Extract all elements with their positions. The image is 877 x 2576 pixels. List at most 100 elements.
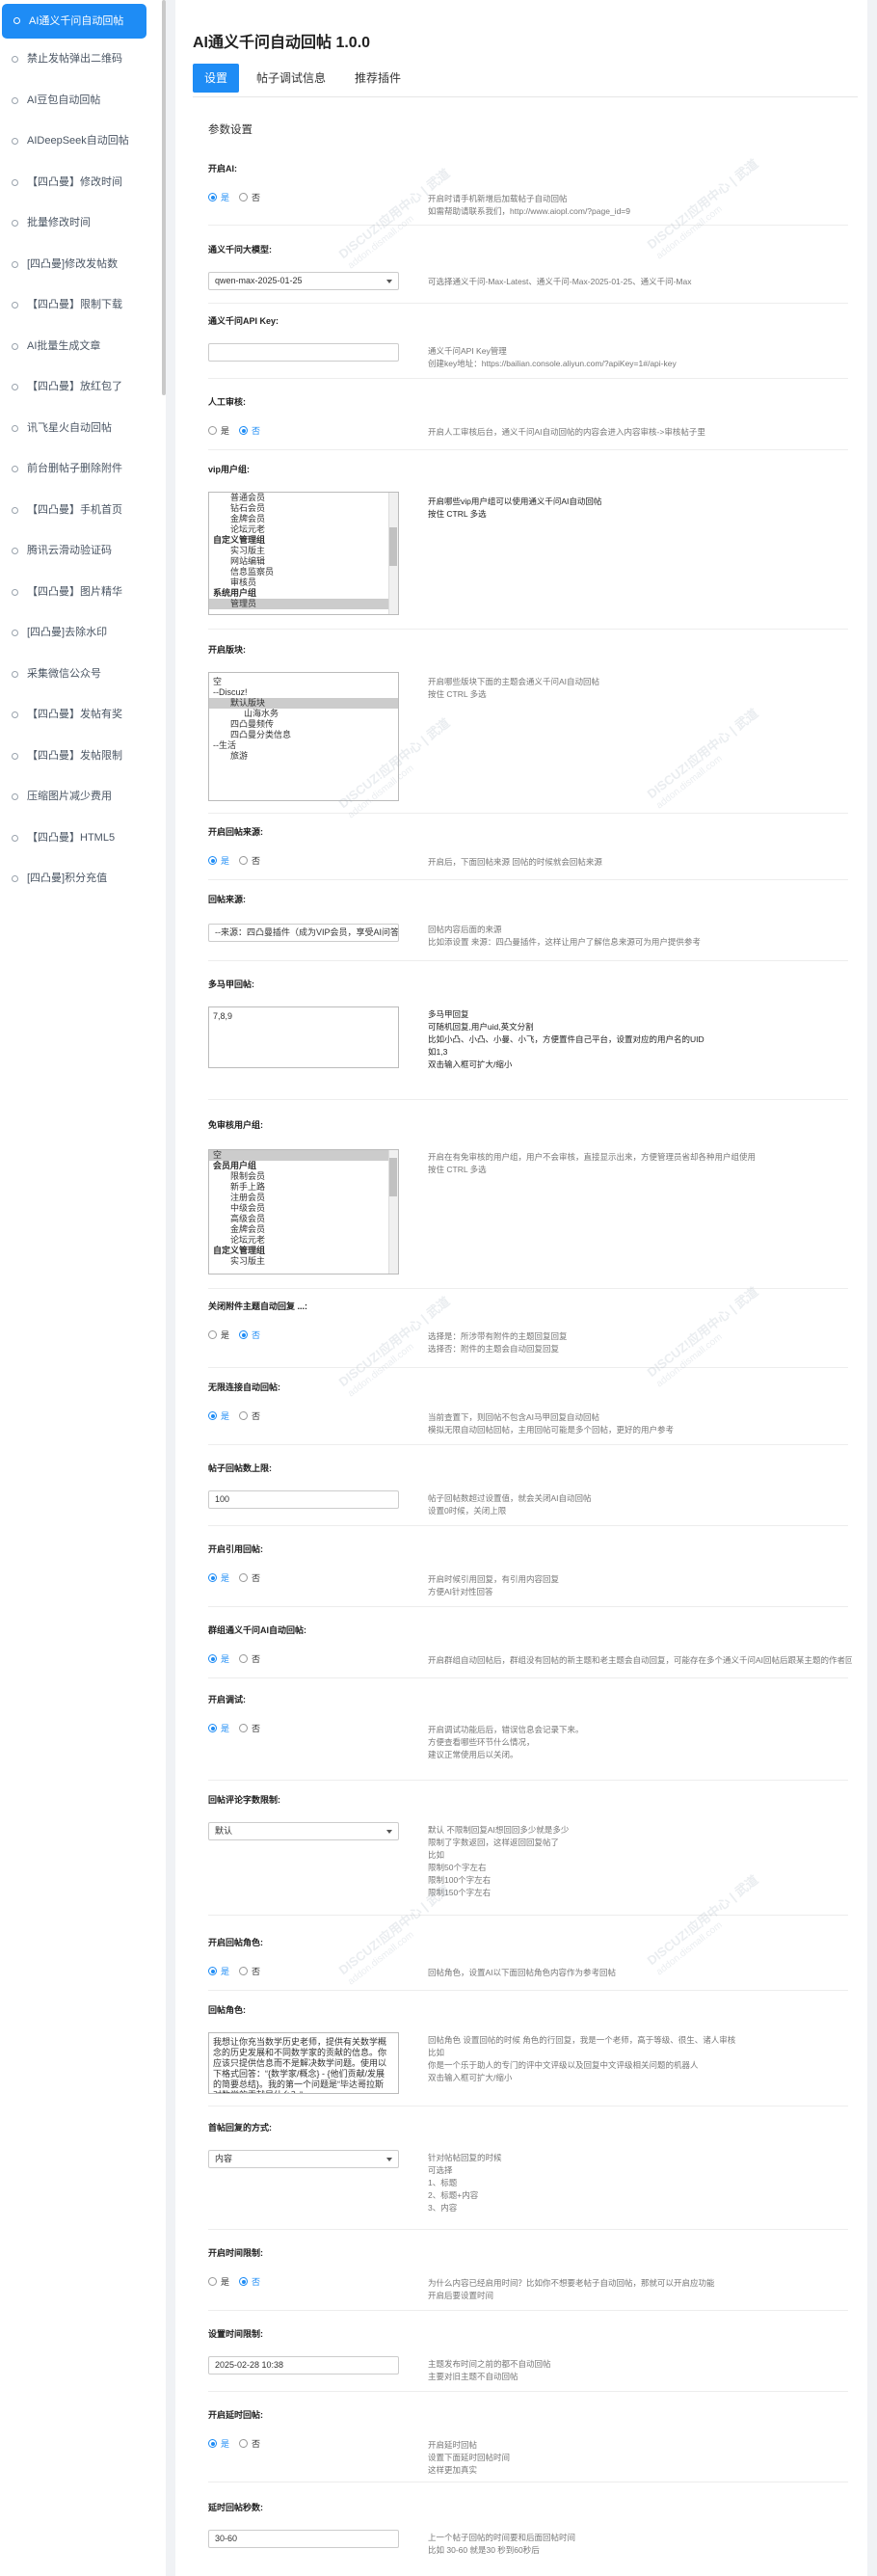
option[interactable]: 高级会员 — [209, 1214, 398, 1224]
sidebar-item-label: 【四凸曼】发帖限制 — [27, 749, 122, 762]
sidebar-item[interactable]: 禁止发帖弹出二维码 — [0, 39, 166, 80]
sidebar-item[interactable]: AI批量生成文章 — [0, 326, 166, 367]
option[interactable]: 注册会员 — [209, 1193, 398, 1203]
sidebar-item[interactable]: [四凸曼]积分充值 — [0, 858, 166, 899]
source-text-input[interactable]: --来源：四凸曼插件（成为VIP会员，享受AI问答） — [208, 924, 399, 942]
sidebar-item[interactable]: 【四凸曼】发帖有奖 — [0, 694, 166, 736]
scrollbar[interactable] — [388, 493, 398, 614]
scrollbar[interactable] — [388, 1150, 398, 1274]
sidebar-item-label: AIDeepSeek自动回帖 — [27, 135, 129, 147]
radio-no[interactable] — [239, 1724, 249, 1732]
api-key-input[interactable] — [208, 343, 399, 362]
scrollbar-thumb[interactable] — [389, 527, 397, 566]
radio-yes[interactable] — [208, 2439, 217, 2448]
word-limit-select[interactable]: 默认 — [208, 1822, 399, 1840]
radio-no[interactable] — [239, 856, 249, 865]
option[interactable]: 限制会员 — [209, 1171, 398, 1182]
sidebar-item[interactable]: AI豆包自动回帖 — [0, 80, 166, 121]
sidebar-item[interactable]: [四凸曼]去除水印 — [0, 612, 166, 654]
option[interactable]: --Discuz! — [209, 687, 398, 698]
option[interactable]: 信息监察员 — [209, 567, 398, 577]
sidebar-item[interactable]: 前台删帖子删除附件 — [0, 448, 166, 490]
option[interactable]: 金牌会员 — [209, 514, 398, 524]
sidebar-item[interactable]: 腾讯云滑动验证码 — [0, 530, 166, 572]
option-selected[interactable]: 空 — [209, 1150, 398, 1161]
delay-seconds-input[interactable]: 30-60 — [208, 2530, 399, 2548]
sidebar-item-ai-tongyi[interactable]: AI通义千问自动回帖 — [2, 4, 146, 39]
tab-settings[interactable]: 设置 — [193, 64, 240, 93]
role-textarea[interactable]: 我想让你充当数学历史老师，提供有关数学概念的历史发展和不同数学家的贡献的信息。你… — [208, 2032, 399, 2094]
sidebar-item[interactable]: 压缩图片减少费用 — [0, 776, 166, 818]
radio-group: 是否 — [208, 1571, 270, 1584]
field-help: 开启调试功能后后，错误信息会记录下来。 方便查看哪些环节什么情况， 建议正常使用后以… — [428, 1724, 584, 1761]
sidebar-item[interactable]: 讯飞星火自动回帖 — [0, 408, 166, 449]
option[interactable]: 四凸曼频传 — [209, 719, 398, 730]
option[interactable]: 山海水务 — [209, 709, 398, 719]
option[interactable]: 实习版主 — [209, 546, 398, 556]
option[interactable]: 空 — [209, 677, 398, 687]
radio-no[interactable] — [239, 1330, 249, 1339]
radio-no[interactable] — [239, 1573, 249, 1582]
radio-no[interactable] — [239, 2439, 249, 2448]
field-help: 开启时请手机新增后加载帖子自动回帖 如需帮助请联系我们，http://www.ai… — [428, 193, 630, 218]
radio-yes[interactable] — [208, 1654, 217, 1663]
radio-no[interactable] — [239, 1654, 249, 1663]
option-selected[interactable]: 默认版块 — [209, 698, 398, 709]
option[interactable]: 金牌会员 — [209, 1224, 398, 1235]
dot-icon — [12, 711, 18, 718]
option[interactable]: 旅游 — [209, 751, 398, 762]
radio-yes[interactable] — [208, 2277, 217, 2286]
radio-no[interactable] — [239, 2277, 249, 2286]
sidebar-item[interactable]: 【四凸曼】限制下载 — [0, 284, 166, 326]
radio-no[interactable] — [239, 1411, 249, 1420]
radio-yes[interactable] — [208, 856, 217, 865]
sidebar-item[interactable]: 【四凸曼】图片精华 — [0, 572, 166, 613]
divider — [208, 225, 848, 226]
model-select[interactable]: qwen-max-2025-01-25 — [208, 272, 399, 290]
radio-yes[interactable] — [208, 1411, 217, 1420]
sidebar-item-label: 讯飞星火自动回帖 — [27, 421, 112, 434]
option[interactable]: 普通会员 — [209, 493, 398, 503]
sidebar-item[interactable]: 【四凸曼】发帖限制 — [0, 736, 166, 777]
multi-accounts-textarea[interactable]: 7,8,9 — [208, 1006, 399, 1068]
option[interactable]: 中级会员 — [209, 1203, 398, 1214]
sidebar-item[interactable]: 【四凸曼】放红包了 — [0, 366, 166, 408]
scrollbar-thumb[interactable] — [389, 1158, 397, 1196]
option[interactable]: 新手上路 — [209, 1182, 398, 1193]
field-help: 可选择通义千问-Max-Latest、通义千问-Max-2025-01-25、通… — [428, 276, 691, 288]
option[interactable]: 实习版主 — [209, 1256, 398, 1267]
option[interactable]: --生活 — [209, 740, 398, 751]
radio-yes[interactable] — [208, 1330, 217, 1339]
option[interactable]: 审核员 — [209, 577, 398, 588]
radio-yes[interactable] — [208, 1724, 217, 1732]
sidebar-item[interactable]: 【四凸曼】HTML5 — [0, 818, 166, 859]
radio-no[interactable] — [239, 1967, 249, 1975]
option[interactable]: 钻石会员 — [209, 503, 398, 514]
radio-yes[interactable] — [208, 1967, 217, 1975]
forums-multiselect[interactable]: 空 --Discuz! 默认版块 山海水务 四凸曼频传 四凸曼分类信息 --生活… — [208, 672, 399, 801]
sidebar-item[interactable]: 【四凸曼】修改时间 — [0, 162, 166, 203]
sidebar-item[interactable]: 批量修改时间 — [0, 202, 166, 244]
sidebar-item[interactable]: AIDeepSeek自动回帖 — [0, 121, 166, 162]
tab-recommended-plugins[interactable]: 推荐插件 — [343, 64, 412, 93]
reply-limit-input[interactable]: 100 — [208, 1490, 399, 1509]
sidebar-item[interactable]: [四凸曼]修改发帖数 — [0, 244, 166, 285]
option[interactable]: 网站编辑 — [209, 556, 398, 567]
option[interactable]: 论坛元老 — [209, 524, 398, 535]
no-review-groups-multiselect[interactable]: 空 会员用户组 限制会员 新手上路 注册会员 中级会员 高级会员 金牌会员 论坛… — [208, 1149, 399, 1275]
radio-yes[interactable] — [208, 193, 217, 201]
option[interactable]: 四凸曼分类信息 — [209, 730, 398, 740]
tab-debug-info[interactable]: 帖子调试信息 — [245, 64, 337, 93]
first-post-mode-select[interactable]: 内容 — [208, 2150, 399, 2168]
option-selected[interactable]: 管理员 — [209, 599, 398, 609]
radio-no[interactable] — [239, 193, 249, 201]
radio-no[interactable] — [239, 426, 249, 435]
dot-icon — [12, 260, 18, 268]
sidebar-item[interactable]: 【四凸曼】手机首页 — [0, 490, 166, 531]
radio-yes[interactable] — [208, 426, 217, 435]
vip-groups-multiselect[interactable]: 普通会员 钻石会员 金牌会员 论坛元老 自定义管理组 实习版主 网站编辑 信息监… — [208, 492, 399, 615]
radio-yes[interactable] — [208, 1573, 217, 1582]
option[interactable]: 论坛元老 — [209, 1235, 398, 1246]
sidebar-item[interactable]: 采集微信公众号 — [0, 654, 166, 695]
time-limit-input[interactable]: 2025-02-28 10:38 — [208, 2356, 399, 2375]
